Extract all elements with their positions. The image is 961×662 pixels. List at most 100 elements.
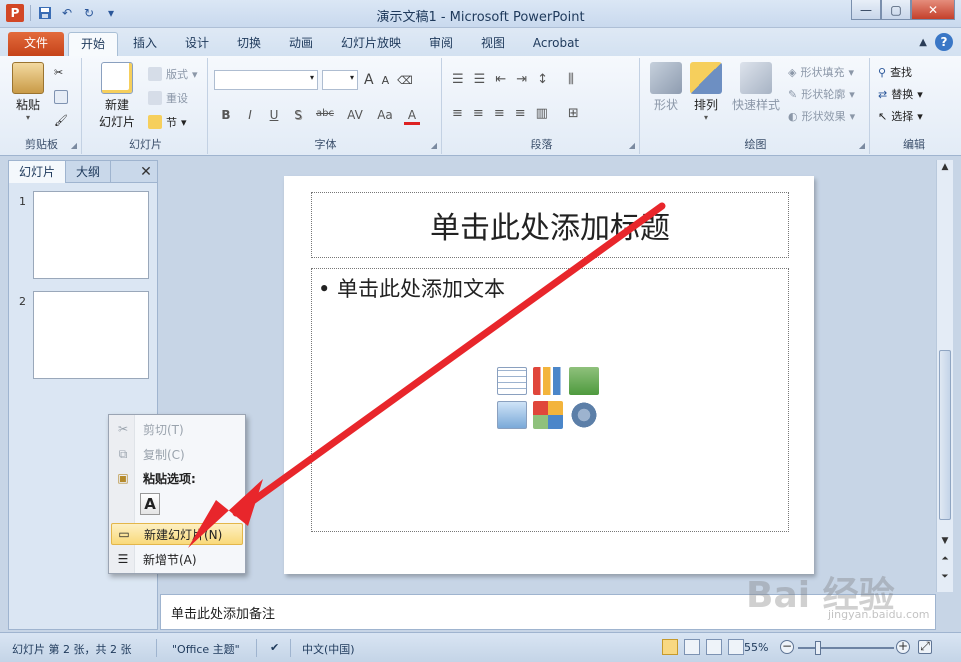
tab-view[interactable]: 视图 bbox=[472, 32, 514, 56]
spellcheck-icon[interactable]: ✔ bbox=[270, 641, 279, 654]
tab-animations[interactable]: 动画 bbox=[280, 32, 322, 56]
shadow-button[interactable]: S bbox=[290, 108, 306, 125]
text-direction-icon[interactable]: ⫼ bbox=[568, 72, 574, 87]
help-icon[interactable]: ? bbox=[935, 33, 953, 51]
shape-outline-button[interactable]: ✎ 形状轮廓 ▾ bbox=[788, 86, 855, 102]
align-right-icon[interactable]: ≡ bbox=[494, 106, 505, 121]
strikethrough-button[interactable]: abc bbox=[314, 108, 336, 125]
insert-smartart-icon[interactable] bbox=[569, 367, 599, 395]
shrink-font-button[interactable]: A bbox=[382, 74, 390, 87]
menu-item-new-slide[interactable]: ▭ 新建幻灯片(N) bbox=[111, 523, 243, 545]
shape-effects-button[interactable]: ◐ 形状效果 ▾ bbox=[788, 108, 855, 124]
drawing-launcher-icon[interactable]: ◢ bbox=[859, 141, 865, 150]
font-launcher-icon[interactable]: ◢ bbox=[431, 141, 437, 150]
menu-item-new-slide-label: 新建幻灯片(N) bbox=[144, 527, 223, 542]
smartart-icon[interactable]: ⊞ bbox=[568, 106, 579, 121]
shapes-button[interactable]: 形状 bbox=[646, 62, 686, 113]
tab-acrobat[interactable]: Acrobat bbox=[524, 32, 588, 56]
insert-media-icon[interactable] bbox=[569, 401, 599, 429]
layout-button[interactable]: 版式 ▾ bbox=[148, 66, 198, 82]
tab-review[interactable]: 审阅 bbox=[420, 32, 462, 56]
tab-outline-pane[interactable]: 大纲 bbox=[66, 161, 112, 183]
scrollbar-thumb[interactable] bbox=[939, 350, 951, 520]
arrange-button[interactable]: 排列 ▾ bbox=[686, 62, 726, 122]
shape-outline-label: 形状轮廓 bbox=[801, 88, 846, 101]
slideshow-view-icon[interactable] bbox=[728, 639, 744, 655]
normal-view-icon[interactable] bbox=[662, 639, 678, 655]
italic-button[interactable]: I bbox=[242, 108, 258, 125]
minimize-button[interactable]: — bbox=[851, 0, 881, 20]
new-slide-button[interactable]: 新建 幻灯片 bbox=[90, 62, 144, 130]
insert-picture-icon[interactable] bbox=[497, 401, 527, 429]
font-name-dropdown[interactable]: ▾ bbox=[214, 70, 318, 90]
copy-button[interactable] bbox=[54, 90, 68, 104]
bullets-icon[interactable]: ☰ bbox=[452, 72, 464, 87]
tab-file[interactable]: 文件 bbox=[8, 32, 64, 56]
scroll-up-icon[interactable]: ▲ bbox=[937, 162, 953, 178]
reading-view-icon[interactable] bbox=[706, 639, 722, 655]
clear-format-icon[interactable]: ⌫ bbox=[397, 74, 413, 87]
line-spacing-icon[interactable]: ↕ bbox=[537, 72, 548, 87]
paste-keep-text-only-button[interactable]: A bbox=[140, 493, 160, 515]
close-button[interactable]: ✕ bbox=[911, 0, 955, 20]
section-button[interactable]: 节 ▾ bbox=[148, 114, 187, 130]
new-slide-icon bbox=[101, 62, 133, 94]
zoom-level[interactable]: 55% bbox=[744, 641, 768, 654]
slide-thumbnail-1[interactable] bbox=[33, 191, 149, 279]
font-color-button[interactable]: A bbox=[404, 108, 420, 125]
align-center-icon[interactable]: ≡ bbox=[473, 106, 484, 121]
justify-icon[interactable]: ≡ bbox=[515, 106, 526, 121]
char-spacing-button[interactable]: AV bbox=[344, 108, 366, 125]
select-button[interactable]: ↖ 选择 ▾ bbox=[878, 108, 923, 124]
paragraph-launcher-icon[interactable]: ◢ bbox=[629, 141, 635, 150]
format-painter-button[interactable]: 🖌 bbox=[54, 114, 68, 127]
zoom-out-icon[interactable]: − bbox=[780, 640, 794, 654]
cut-button[interactable]: ✂ bbox=[54, 66, 63, 79]
columns-icon[interactable]: ▥ bbox=[536, 106, 548, 121]
tab-transitions[interactable]: 切换 bbox=[228, 32, 270, 56]
slide-sorter-view-icon[interactable] bbox=[684, 639, 700, 655]
tab-design[interactable]: 设计 bbox=[176, 32, 218, 56]
shape-fill-button[interactable]: ◈ 形状填充 ▾ bbox=[788, 64, 854, 80]
zoom-in-icon[interactable]: + bbox=[896, 640, 910, 654]
slide-thumbnail-2[interactable] bbox=[33, 291, 149, 379]
menu-item-copy[interactable]: ⧉ 复制(C) bbox=[111, 443, 243, 465]
theme-status[interactable]: "Office 主题" bbox=[172, 641, 240, 657]
language-status[interactable]: 中文(中国) bbox=[302, 641, 355, 657]
insert-chart-icon[interactable] bbox=[533, 367, 563, 395]
tab-home[interactable]: 开始 bbox=[68, 32, 118, 56]
close-pane-icon[interactable]: ✕ bbox=[135, 161, 157, 182]
zoom-slider-track[interactable] bbox=[798, 647, 894, 649]
paste-button[interactable]: 粘贴 ▾ bbox=[8, 62, 48, 122]
scroll-down-icon[interactable]: ▼ bbox=[937, 536, 953, 552]
align-left-icon[interactable]: ≡ bbox=[452, 106, 463, 121]
menu-item-cut[interactable]: ✂ 剪切(T) bbox=[111, 418, 243, 440]
title-placeholder[interactable]: 单击此处添加标题 bbox=[311, 192, 789, 258]
font-size-dropdown[interactable]: ▾ bbox=[322, 70, 358, 90]
replace-button[interactable]: ⇄ 替换 ▾ bbox=[878, 86, 923, 102]
insert-table-icon[interactable] bbox=[497, 367, 527, 395]
slide-canvas[interactable]: 单击此处添加标题 • 单击此处添加文本 bbox=[284, 176, 814, 574]
tab-insert[interactable]: 插入 bbox=[124, 32, 166, 56]
zoom-slider-knob[interactable] bbox=[815, 641, 821, 655]
tab-slideshow[interactable]: 幻灯片放映 bbox=[334, 32, 408, 56]
increase-indent-icon[interactable]: ⇥ bbox=[516, 72, 527, 87]
vertical-scrollbar[interactable]: ▲ ▼ ⏶ ⏷ bbox=[936, 160, 953, 592]
clipboard-launcher-icon[interactable]: ◢ bbox=[71, 141, 77, 150]
bold-button[interactable]: B bbox=[218, 108, 234, 125]
minimize-ribbon-icon[interactable]: ▲ bbox=[919, 37, 927, 48]
insert-clipart-icon[interactable] bbox=[533, 401, 563, 429]
tab-slides-pane[interactable]: 幻灯片 bbox=[9, 161, 67, 183]
decrease-indent-icon[interactable]: ⇤ bbox=[495, 72, 506, 87]
reset-button[interactable]: 重设 bbox=[148, 90, 188, 106]
numbering-icon[interactable]: ☰ bbox=[474, 72, 486, 87]
quick-styles-button[interactable]: 快速样式 bbox=[728, 62, 784, 113]
maximize-button[interactable]: ▢ bbox=[881, 0, 911, 20]
menu-item-new-section[interactable]: ☰ 新增节(A) bbox=[111, 548, 243, 570]
underline-button[interactable]: U bbox=[266, 108, 282, 125]
body-placeholder[interactable]: • 单击此处添加文本 bbox=[311, 268, 789, 532]
find-button[interactable]: ⚲ 查找 bbox=[878, 64, 912, 80]
grow-font-button[interactable]: A bbox=[364, 72, 374, 88]
fit-to-window-icon[interactable]: ⤢ bbox=[918, 640, 932, 654]
change-case-button[interactable]: Aa bbox=[374, 108, 396, 125]
